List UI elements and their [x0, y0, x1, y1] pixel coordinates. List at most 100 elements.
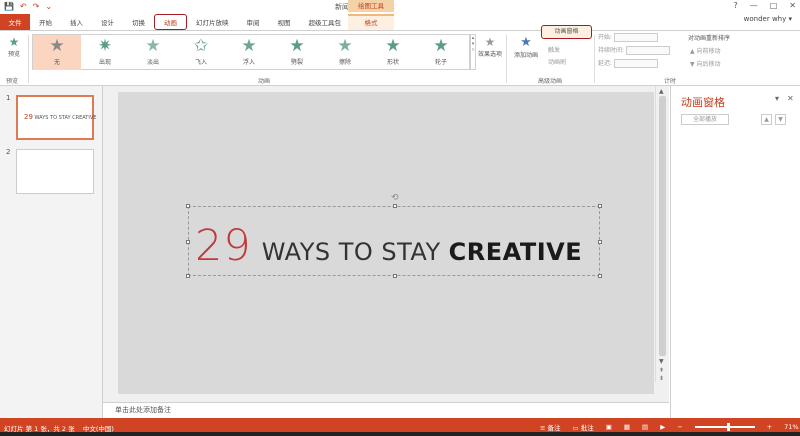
animation-painter-button[interactable]: 动画刷 — [548, 57, 566, 66]
tab-format[interactable]: 格式 — [348, 14, 394, 30]
resize-handle[interactable] — [186, 204, 190, 208]
delay-control[interactable]: 延迟: — [598, 58, 659, 68]
animation-float-in[interactable]: ★ 浮入 — [225, 35, 273, 70]
pane-close-icon[interactable]: ✕ — [787, 94, 794, 103]
group-label-animation: 动画 — [258, 78, 271, 85]
move-earlier-button[interactable]: ▲ 向前移动 — [690, 46, 721, 55]
animation-fly-in[interactable]: ✩ 飞入 — [177, 35, 225, 70]
slide-thumbnails-panel: 1 29 WAYS TO STAY CREATIVE 2 — [0, 86, 103, 418]
zoom-slider[interactable] — [694, 423, 755, 431]
next-slide-icon[interactable]: ⇟ — [659, 375, 664, 382]
slide-thumbnail-2[interactable] — [16, 149, 94, 194]
duration-control[interactable]: 持续时间: — [598, 45, 671, 55]
normal-view-icon[interactable]: ▣ — [606, 423, 612, 431]
star-icon: ★ — [241, 36, 257, 56]
animation-wipe[interactable]: ★ 擦除 — [321, 35, 369, 70]
zoom-out-icon[interactable]: − — [677, 423, 682, 431]
tab-devtools[interactable]: 超级工具包 — [300, 14, 351, 30]
resize-handle[interactable] — [186, 240, 190, 244]
notes-area[interactable]: 单击此处添加备注 — [103, 402, 669, 418]
star-icon: ★ — [289, 36, 305, 56]
trigger-button[interactable]: 触发 — [548, 45, 560, 54]
add-star-icon: ★ — [520, 35, 532, 50]
status-controls: ≡ 备注 ▭ 批注 ▣ ▦ ▤ ▶ − + 71% ⛶ — [540, 422, 800, 432]
close-button[interactable]: ✕ — [789, 1, 796, 10]
tab-insert[interactable]: 插入 — [61, 14, 92, 30]
slide-editor: ⟲ 29 WAYS TO STAY CREATIVE — [103, 86, 669, 402]
move-up-button[interactable]: ▲ — [761, 114, 772, 125]
gallery-scroll[interactable]: ▴ ▾ ▿ — [470, 34, 476, 70]
zoom-thumb[interactable] — [726, 423, 730, 431]
sorter-view-icon[interactable]: ▦ — [624, 423, 630, 431]
ribbon-tabs: 文件 开始 插入 设计 切换 动画 幻灯片放映 审阅 视图 超级工具包 — [0, 12, 800, 30]
pane-options-icon[interactable]: ▾ — [775, 94, 779, 103]
title-bar: 💾 ↶ ↷ ⌄ 新闻 - PowerPoint ? — □ ✕ — [0, 0, 800, 12]
tab-home[interactable]: 开始 — [30, 14, 61, 30]
reading-view-icon[interactable]: ▤ — [642, 423, 648, 431]
ribbon: ★ 预览 预览 ★ 无 ✷ 出现 ★ 淡出 ✩ 飞入 ★ 浮入 ★ 劈裂 ★ 擦除 ★ 形状 ★… — [0, 25, 800, 86]
start-control[interactable]: 开始: — [598, 32, 659, 42]
play-all-button[interactable]: 全部播放 — [681, 114, 729, 125]
thumbnail-title: 29 WAYS TO STAY CREATIVE — [24, 113, 97, 121]
slide-canvas[interactable]: ⟲ 29 WAYS TO STAY CREATIVE — [118, 92, 654, 394]
title-textbox[interactable]: ⟲ 29 WAYS TO STAY CREATIVE — [186, 193, 602, 278]
animation-split[interactable]: ★ 劈裂 — [273, 35, 321, 70]
tab-slideshow[interactable]: 幻灯片放映 — [187, 14, 238, 30]
animation-none[interactable]: ★ 无 — [33, 35, 81, 70]
animation-shape[interactable]: ★ 形状 — [369, 35, 417, 70]
resize-handle[interactable] — [598, 240, 602, 244]
tab-transitions[interactable]: 切换 — [123, 14, 154, 30]
move-later-button[interactable]: ▼ 向后移动 — [690, 59, 721, 68]
animation-appear[interactable]: ✷ 出现 — [81, 35, 129, 70]
tab-design[interactable]: 设计 — [92, 14, 123, 30]
resize-handle[interactable] — [393, 274, 397, 278]
slideshow-view-icon[interactable]: ▶ — [660, 423, 665, 431]
effect-options-button[interactable]: ★ 效果选项 — [478, 35, 502, 58]
star-icon: ★ — [433, 36, 449, 56]
animation-fade[interactable]: ★ 淡出 — [129, 35, 177, 70]
slide-thumbnail-1[interactable]: 29 WAYS TO STAY CREATIVE — [16, 95, 97, 140]
customize-qat-icon[interactable]: ⌄ — [45, 2, 52, 11]
notes-toggle-button[interactable]: ≡ 备注 — [540, 422, 561, 432]
tab-review[interactable]: 审阅 — [238, 14, 269, 30]
animation-gallery: ★ 无 ✷ 出现 ★ 淡出 ✩ 飞入 ★ 浮入 ★ 劈裂 ★ 擦除 ★ 形状 ★ 轮子 — [32, 34, 470, 70]
help-button[interactable]: ? — [733, 1, 737, 10]
scroll-up-icon[interactable]: ▲ — [659, 88, 664, 95]
resize-handle[interactable] — [598, 274, 602, 278]
duration-field[interactable] — [626, 46, 671, 55]
group-label-timing: 计时 — [664, 78, 677, 85]
add-animation-button[interactable]: ★ 添加动画 — [512, 35, 540, 59]
tab-view[interactable]: 视图 — [269, 14, 300, 30]
star-icon: ★ — [484, 35, 496, 49]
prev-slide-icon[interactable]: ⇞ — [659, 367, 664, 374]
slide-number: 2 — [6, 148, 11, 156]
resize-handle[interactable] — [186, 274, 190, 278]
start-field[interactable] — [614, 33, 659, 42]
scroll-down-icon[interactable]: ▼ — [659, 358, 664, 365]
reorder-label: 对动画重新排序 — [688, 35, 731, 42]
scroll-thumb[interactable] — [659, 96, 666, 356]
rotate-handle-icon[interactable]: ⟲ — [391, 193, 399, 203]
vertical-scrollbar[interactable]: ▲ ▼ ⇞ ⇟ — [655, 86, 669, 382]
restore-button[interactable]: □ — [770, 1, 778, 10]
tab-animations[interactable]: 动画 — [154, 14, 187, 30]
undo-icon[interactable]: ↶ — [20, 2, 27, 11]
animation-pane-title: 动画窗格 — [681, 96, 725, 109]
user-account[interactable]: wonder why ▾ — [744, 15, 792, 23]
redo-icon[interactable]: ↷ — [33, 2, 40, 11]
minimize-button[interactable]: — — [750, 1, 758, 10]
save-icon[interactable]: 💾 — [4, 2, 14, 11]
resize-handle[interactable] — [598, 204, 602, 208]
move-down-button[interactable]: ▼ — [775, 114, 786, 125]
zoom-in-icon[interactable]: + — [767, 423, 772, 431]
animation-pane-button[interactable]: 动画窗格 — [541, 25, 592, 39]
animation-wheel[interactable]: ★ 轮子 — [417, 35, 465, 70]
resize-handle[interactable] — [393, 204, 397, 208]
quick-access-toolbar: 💾 ↶ ↷ ⌄ — [0, 2, 52, 11]
comments-toggle-button[interactable]: ▭ 批注 — [573, 422, 594, 432]
tab-file[interactable]: 文件 — [0, 14, 30, 30]
group-label-advanced: 高级动画 — [538, 78, 563, 85]
zoom-level[interactable]: 71% — [784, 423, 798, 431]
delay-field[interactable] — [614, 59, 659, 68]
preview-button[interactable]: ★ 预览 — [3, 35, 25, 58]
